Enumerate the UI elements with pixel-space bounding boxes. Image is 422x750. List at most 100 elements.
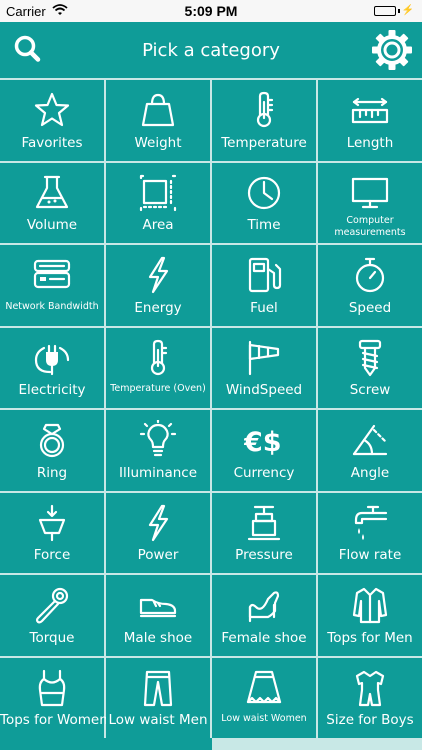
category-pressure[interactable]: Pressure [212, 492, 316, 573]
wrench-icon [35, 587, 69, 624]
fuel-pump-icon [248, 257, 282, 293]
category-label: Size for Boys [326, 712, 414, 728]
status-bar: Carrier 5:09 PM ⚡ [0, 0, 422, 22]
category-label: Weight [134, 134, 182, 151]
category-label: Favorites [21, 134, 83, 151]
category-temperature-oven[interactable]: Temperature (Oven) [106, 327, 210, 408]
clock-icon [247, 176, 281, 209]
category-network-bandwidth[interactable]: Network Bandwidth [0, 245, 104, 326]
category-time[interactable]: Time [212, 162, 316, 243]
category-label: Pressure [235, 547, 293, 563]
category-torque[interactable]: Torque [0, 575, 104, 656]
boy-clothes-icon [355, 670, 385, 706]
skirt-icon [246, 670, 282, 703]
category-label: Screw [349, 382, 391, 398]
category-screw[interactable]: Screw [318, 327, 422, 408]
category-favorites[interactable]: Favorites [0, 80, 104, 161]
category-force[interactable]: Force [0, 492, 104, 573]
ring-icon [39, 423, 65, 458]
category-temperature[interactable]: Temperature [212, 80, 316, 161]
category-label: Ring [36, 464, 68, 481]
category-energy[interactable]: Energy [106, 245, 210, 326]
category-label: Tops for Men [327, 629, 413, 646]
category-label: Computer measurements [334, 215, 406, 238]
flask-icon [35, 175, 69, 208]
star-icon [34, 92, 70, 127]
category-flow-rate[interactable]: Flow rate [318, 492, 422, 573]
category-label: Female shoe [221, 629, 307, 646]
category-label: Time [247, 217, 281, 233]
category-label: Temperature (Oven) [110, 383, 206, 394]
category-fuel[interactable]: Fuel [212, 245, 316, 326]
category-label: Network Bandwidth [5, 300, 99, 312]
weight-icon [141, 93, 175, 127]
ruler-icon [351, 97, 389, 124]
category-low-waist-women[interactable]: Low waist Women [212, 657, 316, 738]
oven-thermometer-icon [150, 339, 168, 375]
high-heel-icon [248, 591, 280, 623]
category-label: Flow rate [338, 547, 402, 563]
category-label: Tops for Women [0, 712, 108, 728]
faucet-icon [354, 505, 388, 540]
bulb-icon [139, 420, 177, 457]
category-label: Length [346, 134, 394, 151]
category-label: Force [33, 547, 71, 563]
lightning-icon [148, 256, 169, 294]
category-label: Area [142, 217, 174, 233]
gear-icon[interactable] [370, 28, 414, 72]
category-area[interactable]: Area [106, 162, 210, 243]
category-label: Illuminance [118, 464, 198, 481]
category-label: Low waist Men [108, 712, 208, 728]
category-label: Power [137, 547, 179, 563]
category-windspeed[interactable]: WindSpeed [212, 327, 316, 408]
monitor-icon [351, 177, 389, 208]
male-shoe-icon [139, 598, 177, 618]
category-tops-for-women[interactable]: Tops for Women [0, 657, 108, 738]
category-volume[interactable]: Volume [0, 162, 104, 243]
screw-icon [358, 339, 382, 376]
category-label: Fuel [250, 299, 278, 316]
pants-icon [143, 670, 173, 706]
currency-icon: €$ [244, 427, 282, 458]
thermometer-icon [256, 91, 274, 128]
category-ring[interactable]: Ring [0, 410, 104, 491]
category-label: Low waist Women [221, 713, 307, 724]
category-currency[interactable]: €$ Currency [212, 410, 316, 491]
svg-text:€$: €$ [244, 427, 282, 458]
category-label: Currency [233, 464, 295, 481]
category-label: Speed [348, 299, 392, 316]
category-speed[interactable]: Speed [318, 245, 422, 326]
plug-icon [34, 344, 70, 375]
category-tops-for-men[interactable]: Tops for Men [318, 575, 422, 656]
category-weight[interactable]: Weight [106, 80, 210, 161]
category-label: Energy [134, 299, 182, 316]
category-label: Torque [29, 629, 75, 646]
category-label: Angle [350, 464, 390, 481]
category-low-waist-men[interactable]: Low waist Men [106, 657, 210, 738]
category-illuminance[interactable]: Illuminance [106, 410, 210, 491]
next-row-peek [0, 738, 422, 750]
category-power[interactable]: Power [106, 492, 210, 573]
category-female-shoe[interactable]: Female shoe [212, 575, 316, 656]
category-size-for-boys[interactable]: Size for Boys [318, 657, 422, 738]
area-icon [139, 174, 177, 211]
category-label: Temperature [221, 134, 307, 151]
category-angle[interactable]: Angle [318, 410, 422, 491]
power-bolt-icon [148, 504, 169, 541]
navigation-bar: Pick a category [0, 22, 422, 78]
windsock-icon [248, 340, 280, 375]
tank-top-icon [38, 669, 66, 706]
battery-icon: ⚡ [373, 5, 414, 16]
router-icon [33, 259, 71, 289]
next-row-divider [212, 738, 422, 750]
shirt-icon [352, 587, 388, 624]
page-title: Pick a category [142, 40, 280, 61]
category-length[interactable]: Length [318, 80, 422, 161]
category-label: Male shoe [123, 629, 193, 646]
category-computer-measurements[interactable]: Computer measurements [318, 162, 422, 243]
stopwatch-icon [355, 257, 385, 293]
category-male-shoe[interactable]: Male shoe [106, 575, 210, 656]
category-label: Volume [26, 217, 78, 233]
category-electricity[interactable]: Electricity [0, 327, 104, 408]
category-grid: Favorites Weight Temperature Length Volu… [0, 78, 422, 740]
